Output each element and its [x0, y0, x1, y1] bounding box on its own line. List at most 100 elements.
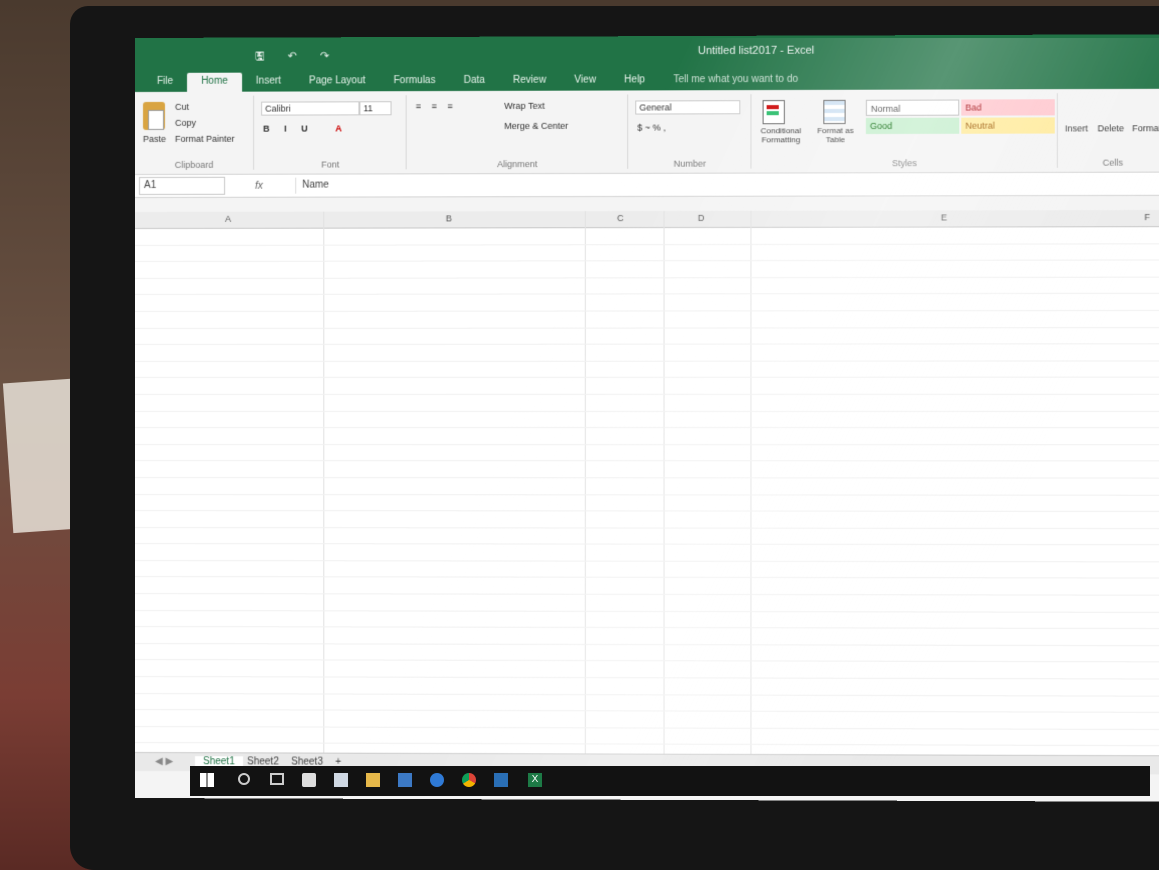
- copy-button[interactable]: Copy: [175, 118, 196, 128]
- name-box[interactable]: A1: [138, 176, 226, 195]
- format-painter-button[interactable]: Format Painter: [175, 134, 235, 144]
- column-header-f[interactable]: F: [1144, 212, 1150, 222]
- cell-b[interactable]: [327, 680, 584, 681]
- search-icon[interactable]: [238, 773, 250, 785]
- task-view-icon[interactable]: [270, 773, 284, 785]
- cell-a[interactable]: [153, 745, 321, 746]
- cell-e[interactable]: [757, 597, 1159, 598]
- cell-b[interactable]: [327, 746, 584, 747]
- cell-e[interactable]: [757, 229, 1159, 230]
- table-row[interactable]: [135, 243, 1159, 263]
- fx-icon[interactable]: fx: [255, 180, 295, 191]
- table-row[interactable]: [135, 577, 1159, 596]
- cell-e[interactable]: [757, 631, 1159, 632]
- merge-center-button[interactable]: Merge & Center: [504, 121, 568, 131]
- format-cells-button[interactable]: Format: [1132, 123, 1159, 133]
- cell-e[interactable]: [757, 647, 1159, 648]
- align-icons[interactable]: ≡ ≡ ≡: [416, 101, 457, 111]
- tab-file[interactable]: File: [143, 73, 187, 92]
- table-row[interactable]: [135, 444, 1159, 462]
- column-header-a[interactable]: A: [225, 214, 231, 224]
- formula-input[interactable]: Name: [295, 175, 1159, 194]
- file-explorer-icon[interactable]: [366, 773, 380, 787]
- font-color-icon[interactable]: A: [335, 123, 342, 133]
- table-row[interactable]: [135, 377, 1159, 395]
- tell-me-search[interactable]: Tell me what you want to do: [659, 71, 812, 91]
- table-row[interactable]: [135, 610, 1159, 630]
- cell-e[interactable]: [757, 714, 1159, 715]
- cell-b[interactable]: [327, 663, 584, 664]
- column-header-b[interactable]: B: [446, 213, 452, 223]
- tab-page-layout[interactable]: Page Layout: [295, 72, 379, 91]
- wrap-text-button[interactable]: Wrap Text: [504, 101, 544, 111]
- table-row[interactable]: [135, 277, 1159, 296]
- style-neutral[interactable]: Neutral: [961, 117, 1055, 134]
- table-row[interactable]: [135, 394, 1159, 412]
- conditional-formatting-button[interactable]: Conditional Formatting: [754, 126, 807, 144]
- media-icon[interactable]: [494, 773, 508, 787]
- column-header-e[interactable]: E: [941, 212, 947, 222]
- cell-e[interactable]: [757, 614, 1159, 615]
- media-icon[interactable]: [398, 773, 412, 787]
- windows-start-icon[interactable]: [200, 773, 214, 787]
- number-format-select[interactable]: General: [635, 100, 741, 115]
- cell-e[interactable]: [757, 263, 1159, 264]
- table-row[interactable]: [135, 361, 1159, 379]
- style-normal[interactable]: Normal: [865, 99, 960, 116]
- table-row[interactable]: [135, 227, 1159, 246]
- tab-view[interactable]: View: [560, 71, 610, 90]
- cell-b[interactable]: [327, 696, 584, 697]
- cell-e[interactable]: [757, 564, 1159, 565]
- table-row[interactable]: [135, 260, 1159, 279]
- tab-review[interactable]: Review: [499, 72, 560, 91]
- cell-b[interactable]: [327, 713, 584, 714]
- table-row[interactable]: [135, 594, 1159, 613]
- conditional-formatting-icon[interactable]: [762, 100, 785, 125]
- table-row[interactable]: [135, 494, 1159, 513]
- cell-e[interactable]: [757, 697, 1159, 698]
- table-row[interactable]: [135, 294, 1159, 312]
- worksheet-grid[interactable]: A B C D E F: [135, 209, 1159, 756]
- cell-b[interactable]: [327, 630, 584, 631]
- table-row[interactable]: [135, 544, 1159, 563]
- paste-icon[interactable]: [142, 101, 166, 130]
- paste-button[interactable]: Paste: [143, 134, 166, 144]
- format-as-table-button[interactable]: Format as Table: [811, 126, 860, 144]
- cell-e[interactable]: [757, 547, 1159, 548]
- table-row[interactable]: [135, 411, 1159, 429]
- cell-e[interactable]: [757, 731, 1159, 732]
- format-as-table-icon[interactable]: [823, 99, 846, 125]
- chrome-icon[interactable]: [462, 773, 476, 787]
- cell-e[interactable]: [757, 580, 1159, 581]
- mail-icon[interactable]: [334, 773, 348, 787]
- style-good[interactable]: Good: [865, 117, 960, 135]
- table-row[interactable]: [135, 511, 1159, 529]
- column-header-d[interactable]: D: [698, 213, 705, 223]
- column-header-c[interactable]: C: [617, 213, 624, 223]
- excel-icon[interactable]: X: [528, 773, 542, 787]
- table-row[interactable]: [135, 344, 1159, 362]
- sheet-scroll-arrows[interactable]: ◀ ▶: [155, 756, 173, 767]
- cell-e[interactable]: [757, 681, 1159, 682]
- bold-italic-underline-buttons[interactable]: B I U: [263, 123, 314, 133]
- table-row[interactable]: [135, 527, 1159, 546]
- cell-e[interactable]: [757, 279, 1159, 280]
- tab-home[interactable]: Home: [187, 72, 242, 92]
- table-row[interactable]: [135, 560, 1159, 580]
- store-icon[interactable]: [302, 773, 316, 787]
- tab-help[interactable]: Help: [610, 71, 659, 90]
- table-row[interactable]: [135, 477, 1159, 496]
- cell-e[interactable]: [757, 747, 1159, 748]
- currency-percent-icons[interactable]: $ ~ % ,: [637, 123, 666, 133]
- font-size-select[interactable]: 11: [359, 101, 392, 116]
- table-row[interactable]: [135, 310, 1159, 329]
- table-row[interactable]: [135, 461, 1159, 479]
- style-bad[interactable]: Bad: [961, 99, 1055, 116]
- cell-b[interactable]: [327, 729, 584, 730]
- edge-icon[interactable]: [430, 773, 444, 787]
- delete-cells-button[interactable]: Delete: [1098, 123, 1124, 133]
- cut-button[interactable]: Cut: [175, 102, 189, 112]
- cell-e[interactable]: [757, 664, 1159, 665]
- quick-access-toolbar[interactable]: 🖫 ↶ ↷: [255, 47, 339, 66]
- tab-formulas[interactable]: Formulas: [380, 72, 450, 91]
